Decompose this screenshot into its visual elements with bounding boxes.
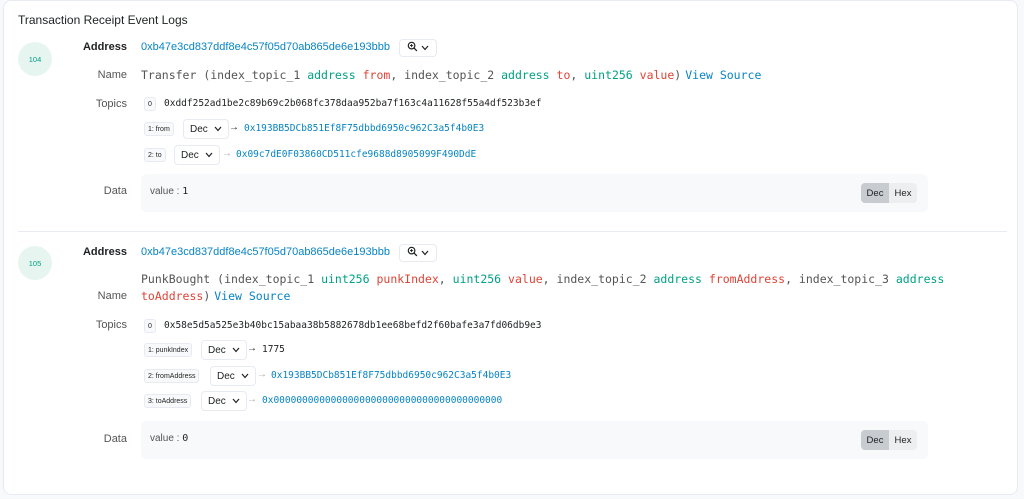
arrow-icon: → [229,122,239,133]
chevron-down-icon [214,124,222,135]
chevron-down-icon [232,345,240,356]
dec-button[interactable]: Dec [861,430,889,450]
address-label: Address [82,41,127,53]
topic-index-1: 1: punkIndex [144,343,193,357]
view-source-link[interactable]: View Source [685,68,761,82]
event-signature: Transfer (index_topic_1 address from, in… [141,68,762,82]
topic-index-0: 0 [144,97,156,111]
dec-button[interactable]: Dec [861,183,889,203]
chevron-down-icon [421,42,429,54]
data-label: Data [103,185,127,197]
magnify-icon [407,41,418,55]
topic-1-value-link[interactable]: 0x193BB5DCb851Ef8F75dbbd6950c962C3a5f4b0… [244,123,484,134]
arrow-icon: → [247,394,257,405]
topic-2-value-link[interactable]: 0x09c7dE0F03860CD511cfe9688d8905099F490D… [236,149,476,160]
log-divider [18,231,1007,232]
arrow-icon: → [257,369,267,380]
topic-1-format-select[interactable]: Dec [201,340,247,360]
log-index-badge: 104 [18,42,52,76]
address-zoom-button[interactable] [399,244,437,262]
topics-label: Topics [95,319,127,331]
data-label: Data [103,433,127,445]
topic-2-format-select[interactable]: Dec [210,366,256,386]
event-log-104: 104 Address 0xb47e3cd837ddf8e4c57f05d70a… [4,37,1019,229]
topic-index-2: 2: fromAddress [144,369,200,383]
topic-index-1: 1: from [144,122,174,136]
topic-1-value: 1775 [262,344,285,355]
view-source-link[interactable]: View Source [214,289,290,303]
event-log-105: 105 Address 0xb47e3cd837ddf8e4c57f05d70a… [4,241,1019,471]
log-address-link[interactable]: 0xb47e3cd837ddf8e4c57f05d70ab865de6e193b… [141,41,390,53]
address-label: Address [82,246,127,258]
arrow-icon: → [247,343,257,354]
magnify-icon [407,246,418,260]
topic-index-2: 2: to [144,148,166,162]
card-title: Transaction Receipt Event Logs [18,13,188,27]
address-zoom-button[interactable] [399,39,437,57]
chevron-down-icon [241,371,249,382]
name-label: Name [97,69,127,81]
hex-button[interactable]: Hex [889,183,917,203]
hex-button[interactable]: Hex [889,430,917,450]
dec-hex-toggle: Dec Hex [861,183,917,203]
data-box: value : 1 Dec Hex [141,174,928,212]
topics-label: Topics [95,98,127,110]
log-address-link[interactable]: 0xb47e3cd837ddf8e4c57f05d70ab865de6e193b… [141,246,390,258]
chevron-down-icon [232,396,240,407]
chevron-down-icon [421,247,429,259]
topic-1-format-select[interactable]: Dec [183,119,229,139]
topic-0-hash: 0xddf252ad1be2c89b69c2b068fc378daa952ba7… [164,98,542,109]
topic-2-value-link[interactable]: 0x193BB5DCb851Ef8F75dbbd6950c962C3a5f4b0… [271,370,511,381]
dec-hex-toggle: Dec Hex [861,430,917,450]
name-label: Name [97,290,127,302]
topic-index-0: 0 [144,319,156,333]
event-logs-card: Transaction Receipt Event Logs 104 Addre… [3,0,1018,495]
topic-2-format-select[interactable]: Dec [174,145,220,165]
topic-3-value-link[interactable]: 0x00000000000000000000000000000000000000… [262,395,502,406]
chevron-down-icon [205,150,213,161]
log-index-badge: 105 [18,246,52,280]
data-box: value : 0 Dec Hex [141,421,928,459]
topic-0-hash: 0x58e5d5a525e3b40bc15abaa38b5882678db1ee… [164,320,542,331]
data-value: value : 0 [150,433,189,444]
data-value: value : 1 [150,186,189,197]
arrow-icon: → [222,148,232,159]
topic-3-format-select[interactable]: Dec [201,391,247,411]
topic-index-3: 3: toAddress [144,394,192,408]
event-signature: PunkBought (index_topic_1 uint256 punkIn… [141,272,945,303]
